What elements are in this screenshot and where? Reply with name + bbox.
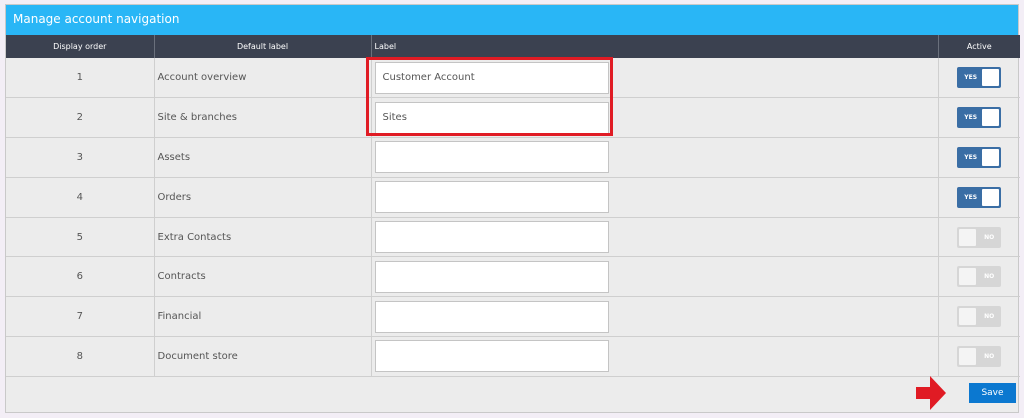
display-order-cell: 3: [6, 137, 155, 178]
label-input[interactable]: [374, 141, 609, 174]
label-cell: [371, 256, 939, 298]
toggle-state-text: NO: [984, 352, 995, 360]
label-cell: [371, 296, 939, 338]
table-row: 5 Extra Contacts NO: [6, 217, 1020, 258]
toggle-knob: [982, 109, 1000, 127]
toggle-state-text: YES: [964, 114, 978, 122]
default-label-cell: Contracts: [154, 256, 372, 298]
label-input[interactable]: [374, 300, 609, 333]
default-label-cell: Financial: [154, 296, 372, 338]
table-row: 6 Contracts NO: [6, 256, 1020, 298]
default-label-cell: Extra Contacts: [154, 217, 372, 258]
header-active: Active: [938, 35, 1020, 58]
label-cell: [371, 177, 939, 218]
label-input[interactable]: [374, 101, 609, 134]
label-cell: [371, 217, 939, 258]
header-default-label: Default label: [154, 35, 372, 58]
table-row: 3 Assets YES: [6, 137, 1020, 178]
toggle-knob: [982, 188, 1000, 206]
label-cell: [371, 137, 939, 178]
manage-account-navigation-panel: Manage account navigation Display order …: [5, 4, 1020, 415]
active-cell: NO: [938, 336, 1020, 377]
label-cell: [371, 58, 939, 99]
default-label-cell: Account overview: [154, 58, 372, 99]
label-cell: [371, 97, 939, 139]
active-toggle[interactable]: NO: [957, 226, 1002, 248]
toggle-knob: [959, 228, 977, 246]
toggle-knob: [959, 347, 977, 365]
table-row: 2Site & branches YES: [6, 97, 1020, 139]
red-arrow-icon: [916, 376, 946, 410]
active-toggle[interactable]: YES: [957, 67, 1002, 89]
save-button[interactable]: Save: [969, 382, 1016, 403]
table-row: 4 Orders YES: [6, 177, 1020, 218]
active-toggle[interactable]: YES: [957, 107, 1002, 129]
toggle-knob: [959, 268, 977, 286]
default-label-cell: Document store: [154, 336, 372, 377]
toggle-state-text: YES: [964, 74, 978, 82]
table-row: 1Account overview YES: [6, 58, 1020, 99]
active-cell: YES: [938, 97, 1020, 139]
navigation-table: Display order Default label Label Active…: [6, 35, 1020, 377]
active-cell: NO: [938, 296, 1020, 338]
default-label-cell: Assets: [154, 137, 372, 178]
active-toggle[interactable]: NO: [957, 345, 1002, 367]
label-input[interactable]: [374, 181, 609, 214]
toggle-state-text: NO: [984, 273, 995, 281]
toggle-state-text: NO: [984, 233, 995, 241]
panel-title: Manage account navigation: [6, 5, 1018, 35]
display-order-cell: 2: [6, 97, 155, 139]
active-toggle[interactable]: NO: [957, 306, 1002, 328]
display-order-cell: 1: [6, 58, 155, 99]
table-footer: Save: [6, 377, 1018, 415]
label-cell: [371, 336, 939, 377]
toggle-knob: [982, 148, 1000, 166]
active-cell: YES: [938, 137, 1020, 178]
default-label-cell: Orders: [154, 177, 372, 218]
table-header-row: Display order Default label Label Active: [6, 35, 1020, 58]
label-input[interactable]: [374, 221, 609, 254]
toggle-state-text: YES: [964, 193, 978, 201]
active-toggle[interactable]: YES: [957, 186, 1002, 208]
display-order-cell: 4: [6, 177, 155, 218]
table-row: 7 Financial NO: [6, 296, 1020, 338]
toggle-knob: [959, 308, 977, 326]
display-order-cell: 5: [6, 217, 155, 258]
active-toggle[interactable]: YES: [957, 146, 1002, 168]
header-label: Label: [371, 35, 939, 58]
table-row: 8 Document store NO: [6, 336, 1020, 377]
display-order-cell: 6: [6, 256, 155, 298]
display-order-cell: 7: [6, 296, 155, 338]
active-cell: NO: [938, 256, 1020, 298]
label-input[interactable]: [374, 260, 609, 293]
toggle-state-text: NO: [984, 313, 995, 321]
label-input[interactable]: [374, 340, 609, 373]
active-toggle[interactable]: NO: [957, 266, 1002, 288]
header-display-order: Display order: [6, 35, 155, 58]
label-input[interactable]: [374, 61, 609, 94]
active-cell: YES: [938, 177, 1020, 218]
default-label-cell: Site & branches: [154, 97, 372, 139]
toggle-state-text: YES: [964, 153, 978, 161]
toggle-knob: [982, 69, 1000, 87]
active-cell: YES: [938, 58, 1020, 99]
active-cell: NO: [938, 217, 1020, 258]
display-order-cell: 8: [6, 336, 155, 377]
